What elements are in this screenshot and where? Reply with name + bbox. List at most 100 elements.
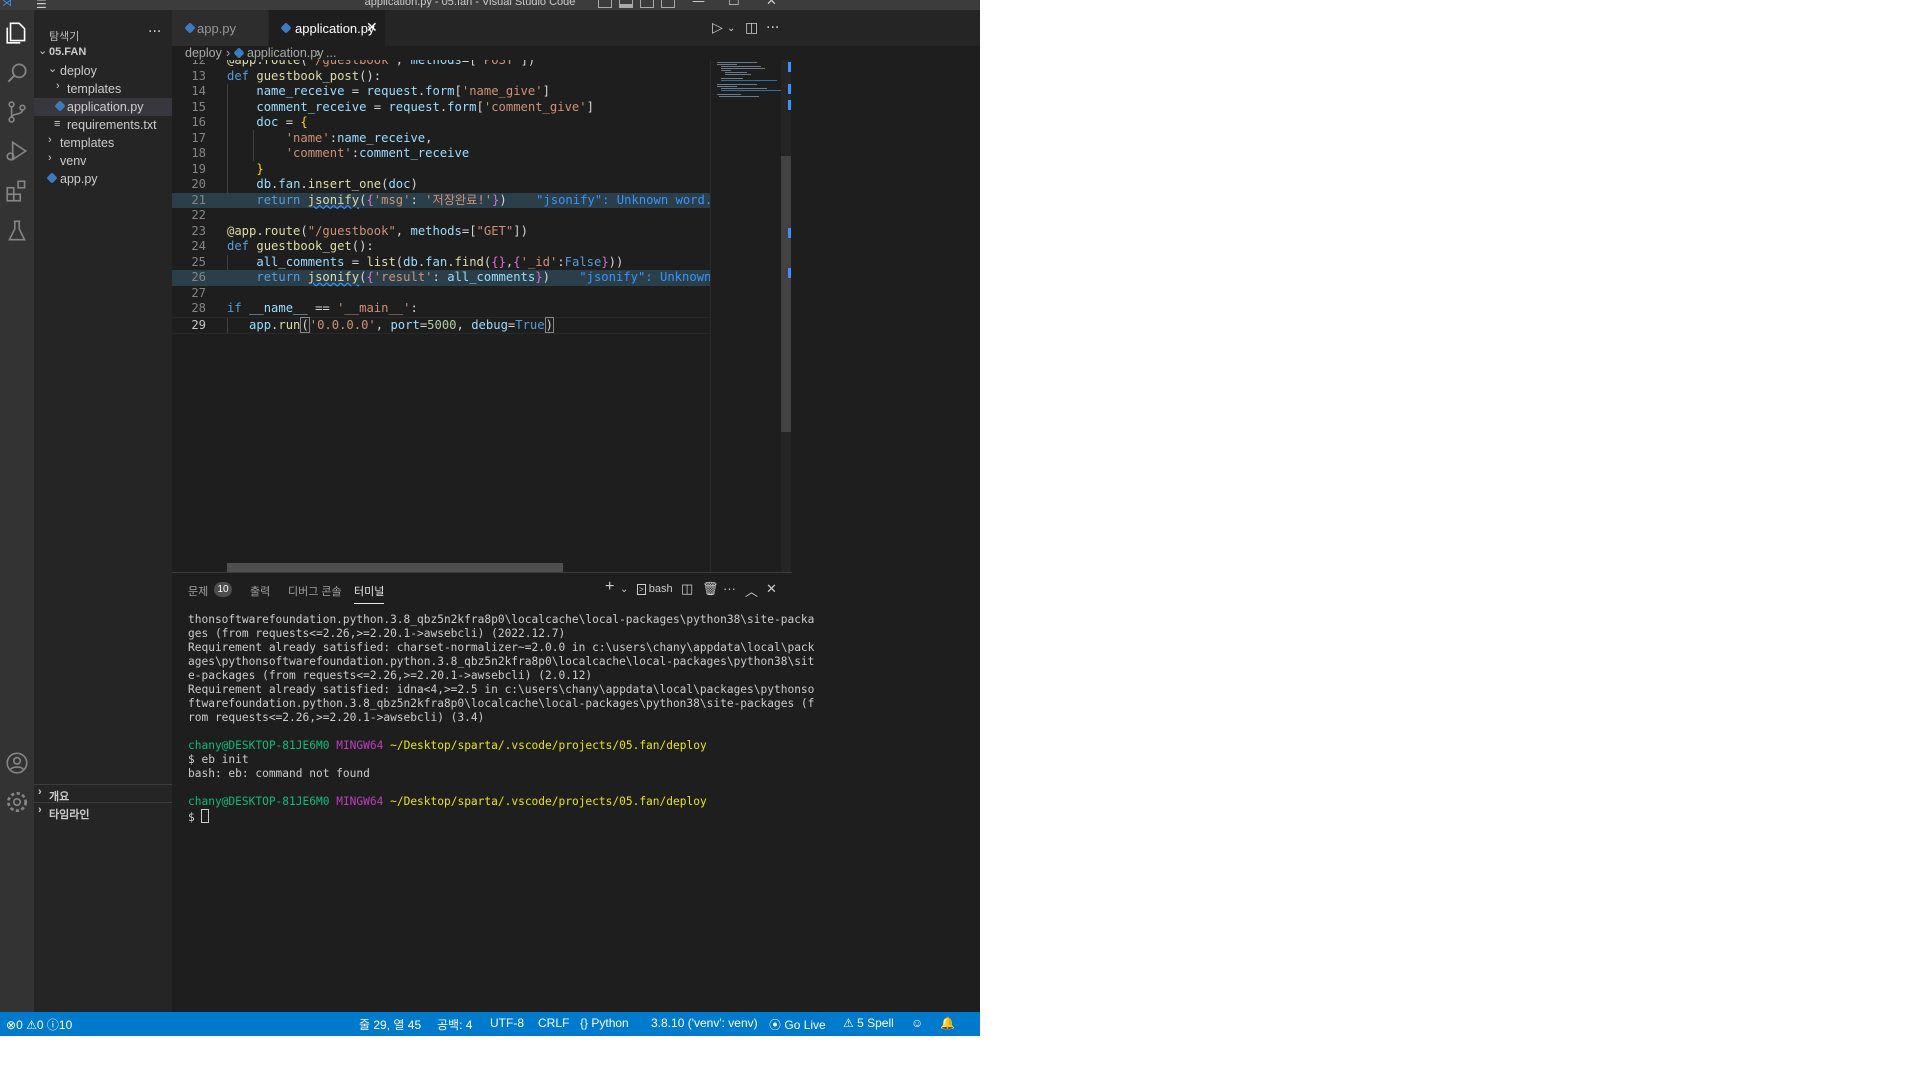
python-interpreter[interactable]: 3.8.10 ('venv': venv) (651, 1016, 758, 1030)
tree-item-app-py[interactable]: app.py (34, 170, 172, 188)
spell-status[interactable]: ⚠ 5 Spell (843, 1016, 894, 1030)
error-icon: ⊗ (6, 1018, 17, 1032)
encoding-status[interactable]: UTF-8 (490, 1016, 524, 1030)
problems-count-badge: 10 (214, 582, 232, 597)
project-root[interactable]: ⌄ 05.FAN (34, 44, 172, 62)
toggle-panel-icon[interactable] (619, 0, 633, 8)
code-line: 25 all_comments = list(db.fan.find({},{'… (191, 254, 624, 269)
feedback-icon[interactable]: ☺ (911, 1016, 923, 1030)
search-icon[interactable] (4, 60, 30, 86)
tree-item-requirements[interactable]: ≡ requirements.txt (34, 116, 172, 134)
split-editor-icon[interactable]: ◫ (745, 20, 758, 36)
new-terminal-icon[interactable]: + (605, 578, 614, 596)
accounts-icon[interactable] (4, 750, 30, 776)
explorer-icon[interactable] (4, 20, 30, 46)
chevron-right-icon: › (48, 152, 52, 164)
minimize-icon[interactable]: — (692, 0, 705, 9)
activity-bar (0, 10, 34, 1012)
code-line: 19 } (191, 161, 264, 176)
scrollbar-thumb[interactable] (781, 156, 791, 432)
language-mode[interactable]: {} Python (580, 1016, 629, 1030)
close-window-icon[interactable]: ✕ (766, 0, 777, 9)
tab-problems[interactable]: 문제 (188, 583, 208, 599)
code-line: 24 def guestbook_get(): (191, 239, 374, 253)
chevron-down-icon[interactable]: ⌄ (620, 584, 628, 595)
customize-layout-icon[interactable] (661, 0, 675, 8)
terminal-line: Requirement already satisfied: charset-n… (188, 641, 815, 654)
vertical-scrollbar[interactable] (781, 60, 791, 572)
trash-icon[interactable]: 🗑 (702, 581, 719, 597)
breadcrumb-file[interactable]: application.py (247, 46, 323, 60)
go-live-button[interactable]: ⦿ Go Live (769, 1016, 826, 1033)
code-editor[interactable]: 12 @app.route('/guestbook', methods=['PO… (172, 60, 710, 572)
timeline-section[interactable]: › 타임라인 (34, 802, 172, 821)
more-actions-icon[interactable]: ··· (148, 24, 161, 40)
code-line: 22 (191, 208, 206, 222)
code-line: 15 comment_receive = request.form['comme… (191, 99, 594, 114)
problems-status[interactable]: ⊗0 ⚠0 ⓘ10 (6, 1016, 72, 1033)
vscode-logo-icon: ⋊ (2, 0, 12, 9)
breadcrumb: deploy › application.py › ... (172, 46, 712, 60)
tree-item-application-py[interactable]: application.py (34, 98, 172, 116)
breadcrumb-folder[interactable]: deploy (185, 46, 222, 60)
terminal-input-line[interactable]: $ (188, 809, 748, 824)
terminal-line: ftwarefoundation.python.3.8_qbz5n2kfra8p… (188, 697, 815, 710)
maximize-panel-icon[interactable]: ︿ (745, 581, 758, 600)
run-python-icon[interactable]: ▷ (712, 20, 723, 36)
code-line: 18 'comment':comment_receive (191, 146, 470, 160)
breadcrumb-symbol[interactable]: ... (326, 46, 336, 60)
eol-status[interactable]: CRLF (538, 1016, 569, 1030)
menu-icon[interactable]: ☰ (36, 0, 54, 11)
code-line: 12 @app.route('/guestbook', methods=['PO… (191, 60, 536, 67)
chevron-right-icon: › (48, 134, 52, 146)
run-debug-icon[interactable] (4, 138, 30, 164)
tab-debug-console[interactable]: 디버그 콘솔 (288, 583, 342, 599)
indentation-status[interactable]: 공백: 4 (437, 1016, 472, 1033)
outline-section[interactable]: › 개요 (34, 784, 172, 803)
minimap[interactable] (710, 60, 781, 572)
tree-item-templates-root[interactable]: › templates (34, 134, 172, 152)
terminal-command: $ eb init (188, 753, 249, 766)
tree-item-venv[interactable]: › venv (34, 152, 172, 170)
terminal-prompt: chany@DESKTOP-81JE6M0 MINGW64 ~/Desktop/… (188, 795, 707, 808)
terminal-shell-selector[interactable]: > bash (637, 583, 673, 595)
terminal-output[interactable]: thonsoftwarefoundation.python.3.8_qbz5n2… (188, 613, 815, 824)
chevron-down-icon: ⌄ (38, 45, 48, 57)
horizontal-scrollbar[interactable] (227, 563, 563, 572)
vscode-window: ⋊ ☰ application.py - 05.fan - Visual Stu… (0, 0, 980, 1036)
more-actions-icon[interactable]: ··· (723, 581, 736, 596)
close-tab-icon[interactable]: ✕ (366, 19, 378, 36)
toggle-secondary-sidebar-icon[interactable] (640, 0, 654, 8)
more-actions-icon[interactable]: ··· (766, 20, 779, 36)
cursor-position[interactable]: 줄 29, 열 45 (359, 1016, 421, 1033)
tab-output[interactable]: 출력 (250, 583, 270, 599)
code-line: 14 name_receive = request.form['name_giv… (191, 84, 550, 98)
manage-gear-icon[interactable] (4, 789, 30, 815)
status-bar: ⊗0 ⚠0 ⓘ10 줄 29, 열 45 공백: 4 UTF-8 CRLF {}… (0, 1012, 980, 1036)
notifications-bell-icon[interactable]: 🔔 (940, 1016, 955, 1030)
spell-hint: "jsonify": Unknown word. (536, 192, 710, 207)
tree-item-deploy[interactable]: ⌄ deploy (34, 62, 172, 80)
toggle-sidebar-icon[interactable] (598, 0, 612, 8)
source-control-icon[interactable] (4, 99, 30, 125)
extensions-icon[interactable] (4, 178, 30, 204)
editor-tabs: app.py application.py ✕ ▷ ⌄ ◫ ··· (172, 10, 980, 46)
chevron-right-icon: › (226, 46, 231, 60)
code-line: 17 'name':name_receive, (191, 130, 433, 145)
braces-icon: {} (580, 1016, 589, 1030)
tab-app-py[interactable]: app.py (172, 10, 268, 46)
split-terminal-icon[interactable]: ◫ (681, 581, 693, 597)
tree-item-templates[interactable]: › templates (34, 80, 172, 98)
close-panel-icon[interactable]: ✕ (766, 581, 777, 597)
tab-terminal[interactable]: 터미널 (354, 583, 385, 604)
code-line-with-hint: 26 return jsonify({'result': all_comment… (172, 270, 710, 286)
chevron-right-icon: › (56, 80, 60, 92)
maximize-icon[interactable]: ☐ (728, 0, 740, 9)
broadcast-icon: ⦿ (769, 1018, 782, 1032)
python-file-icon (46, 172, 58, 184)
terminal-cursor (201, 809, 210, 823)
python-file-icon (280, 22, 292, 34)
chevron-down-icon[interactable]: ⌄ (727, 23, 735, 34)
testing-icon[interactable] (4, 218, 30, 244)
tab-application-py[interactable]: application.py ✕ (269, 10, 385, 46)
